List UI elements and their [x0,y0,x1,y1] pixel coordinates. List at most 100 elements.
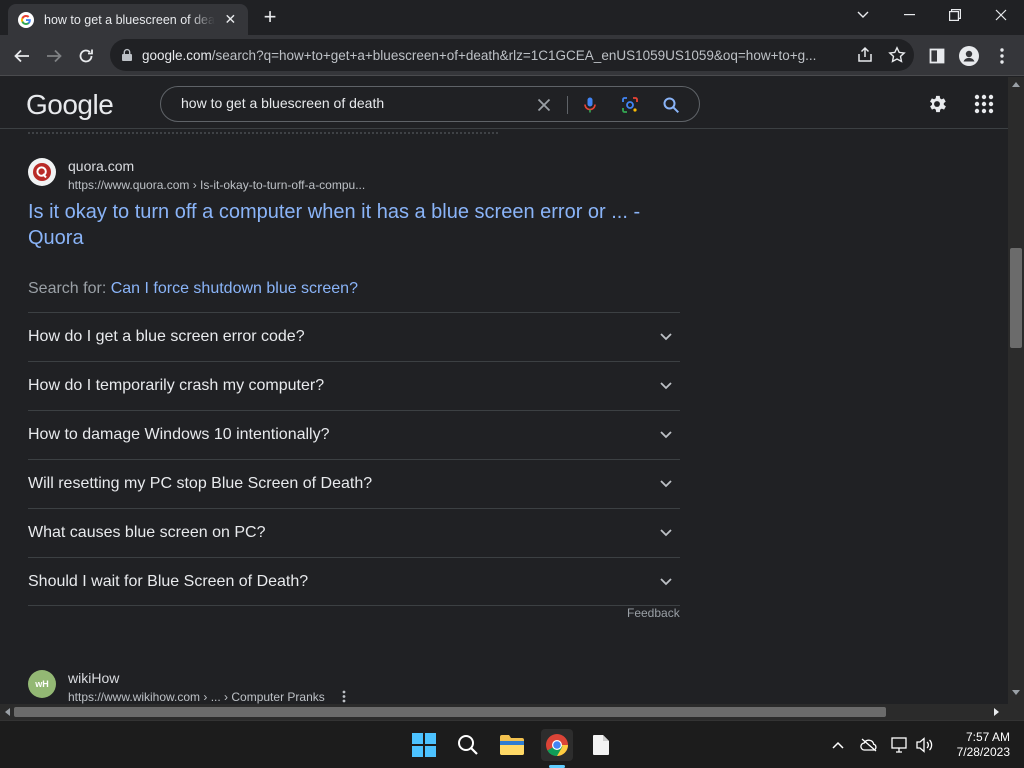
scroll-right-arrow-icon[interactable] [994,708,1000,716]
result-title-link[interactable]: Is it okay to turn off a computer when i… [28,199,648,251]
search-taskbar-button[interactable] [452,729,484,761]
related-questions: How do I get a blue screen error code? H… [28,312,680,606]
forward-button[interactable] [40,42,68,70]
next-result-source[interactable]: wH wikiHow https://www.wikihow.com › ...… [28,668,346,704]
new-tab-button[interactable]: + [258,6,282,30]
clock-date: 7/28/2023 [956,745,1010,759]
reload-icon [79,49,93,63]
chevron-down-icon[interactable] [654,472,678,496]
question-item[interactable]: Will resetting my PC stop Blue Screen of… [28,459,680,508]
close-icon [995,9,1007,21]
search-for-label: Search for: [28,280,107,297]
profile-avatar-icon [959,46,979,66]
feedback-link[interactable]: Feedback [627,606,680,620]
folder-icon [500,735,524,755]
notepad-button[interactable] [585,729,617,761]
side-panel-button[interactable] [927,46,947,66]
share-icon[interactable] [856,46,874,64]
result-source[interactable]: quora.com https://www.quora.com › Is-it-… [28,156,365,194]
minimize-icon [903,14,915,16]
chevron-down-icon[interactable] [654,570,678,594]
browser-tab[interactable]: how to get a bluescreen of death ✕ [8,4,248,35]
lock-icon[interactable] [120,48,134,62]
tab-search-button[interactable] [840,0,886,30]
google-favicon-icon [18,11,34,28]
chevron-down-icon[interactable] [654,521,678,545]
scroll-up-arrow-icon[interactable] [1012,81,1020,87]
google-apps-grid-icon[interactable] [973,93,995,115]
address-bar[interactable]: google.com/search?q=how+to+get+a+bluescr… [110,39,914,71]
scroll-left-arrow-icon[interactable] [4,708,10,716]
windows-logo-icon [412,733,436,757]
vertical-scrollbar[interactable] [1008,77,1024,704]
search-results: quora.com https://www.quora.com › Is-it-… [0,130,1008,704]
side-panel-icon [929,48,945,64]
question-item[interactable]: How do I get a blue screen error code? [28,312,680,361]
google-logo[interactable]: Google [26,89,114,121]
url-path: /search?q=how+to+get+a+bluescreen+of+dea… [211,47,817,63]
chrome-taskbar-button[interactable] [541,729,573,761]
search-for-link[interactable]: Can I force shutdown blue screen? [111,280,358,297]
vertical-scroll-thumb[interactable] [1010,248,1022,348]
google-search-box[interactable] [160,86,700,122]
result-site-name: quora.com [68,158,135,174]
speaker-icon [916,737,933,753]
browser-toolbar: google.com/search?q=how+to+get+a+bluescr… [0,35,1024,76]
question-text: How do I get a blue screen error code? [28,328,305,345]
arrow-left-icon [14,49,29,63]
file-explorer-button[interactable] [496,729,528,761]
horizontal-scrollbar[interactable] [0,704,1008,720]
chevron-down-icon[interactable] [654,325,678,349]
question-item[interactable]: How to damage Windows 10 intentionally? [28,410,680,459]
start-button[interactable] [408,729,440,761]
settings-gear-icon[interactable] [926,93,948,115]
tab-strip: how to get a bluescreen of death ✕ + [0,0,1024,35]
system-clock[interactable]: 7:57 AM 7/28/2023 [944,730,1010,760]
network-tray-button[interactable] [890,735,910,755]
network-monitor-icon [891,737,907,753]
tab-title: how to get a bluescreen of death [44,12,215,27]
windows-taskbar: 7:57 AM 7/28/2023 [0,720,1024,768]
document-icon [593,735,609,755]
chevron-down-icon[interactable] [654,374,678,398]
question-text: Should I wait for Blue Screen of Death? [28,572,309,590]
restore-icon [949,9,961,21]
question-item[interactable]: Should I wait for Blue Screen of Death? [28,557,680,606]
onedrive-tray-button[interactable] [859,735,879,755]
more-vertical-icon[interactable] [342,690,346,703]
volume-tray-button[interactable] [915,735,935,755]
chevron-down-icon [857,11,869,18]
cloud-offline-icon [860,738,877,752]
search-icon[interactable] [662,96,680,114]
clear-search-icon[interactable] [535,96,553,114]
minimize-button[interactable] [886,0,932,30]
question-text: How do I temporarily crash my computer? [28,377,325,394]
close-window-button[interactable] [978,0,1024,30]
lens-camera-icon[interactable] [621,96,639,114]
show-hidden-icons-button[interactable] [828,735,848,755]
back-button[interactable] [8,42,36,70]
horizontal-scroll-thumb[interactable] [14,707,886,717]
chrome-menu-button[interactable] [992,46,1012,66]
tab-close-icon[interactable]: ✕ [223,11,238,28]
clipped-previous-result [28,130,498,134]
google-header: Google [0,77,1008,129]
restore-button[interactable] [932,0,978,30]
address-url[interactable]: google.com/search?q=how+to+get+a+bluescr… [142,48,848,63]
question-text: Will resetting my PC stop Blue Screen of… [28,475,373,492]
question-item[interactable]: What causes blue screen on PC? [28,508,680,557]
bookmark-star-icon[interactable] [888,46,906,64]
chevron-up-icon [832,741,844,749]
scroll-down-arrow-icon[interactable] [1012,690,1020,696]
url-host: google.com [142,47,212,63]
profile-button[interactable] [959,46,979,66]
wikihow-favicon-text: wH [35,679,49,689]
chrome-logo-icon [546,734,568,756]
search-input[interactable] [181,95,521,111]
chevron-down-icon[interactable] [654,423,678,447]
question-item[interactable]: How do I temporarily crash my computer? [28,361,680,410]
microphone-icon[interactable] [581,96,599,114]
question-text: What causes blue screen on PC? [28,524,266,541]
search-divider [567,96,568,114]
reload-button[interactable] [72,42,100,70]
